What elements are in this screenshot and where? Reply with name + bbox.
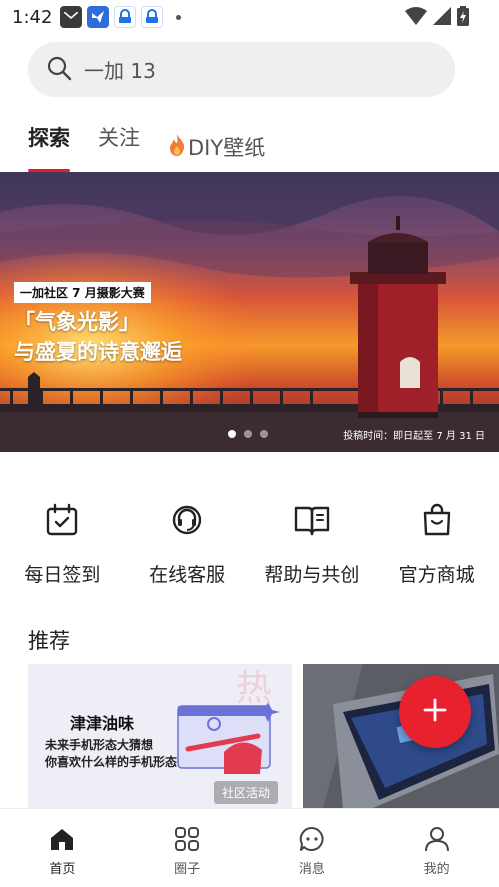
notification-icons xyxy=(60,6,182,28)
calendar-check-icon xyxy=(42,500,82,540)
daily-checkin-button[interactable]: 每日签到 xyxy=(0,500,125,590)
vpn-icon xyxy=(141,6,164,28)
nav-home[interactable]: 首页 xyxy=(0,809,125,887)
banner-tag: 一加社区 7 月摄影大赛 xyxy=(14,282,151,303)
status-time: 1:42 xyxy=(12,6,53,28)
carousel-dot xyxy=(260,430,268,438)
tab-explore[interactable]: 探索 xyxy=(28,122,70,172)
search-query-text: 一加 13 xyxy=(84,59,156,83)
bird-app-icon xyxy=(87,6,110,28)
nav-profile[interactable]: 我的 xyxy=(374,809,499,887)
community-event-badge: 社区活动 xyxy=(214,781,279,804)
online-support-button[interactable]: 在线客服 xyxy=(125,500,250,590)
help-cocreate-button[interactable]: 帮助与共创 xyxy=(250,500,375,590)
banner-title-line1: 「气象光影」 xyxy=(14,310,140,334)
tab-diy-wallpaper[interactable]: DIY壁纸 xyxy=(168,122,265,172)
system-status-icons xyxy=(405,6,469,30)
phone-photo xyxy=(303,664,499,808)
carousel-dot xyxy=(244,430,252,438)
svg-text:热: 热 xyxy=(236,668,272,709)
shopping-bag-icon xyxy=(417,500,457,540)
nav-circles[interactable]: 圈子 xyxy=(125,809,250,887)
nav-messages[interactable]: 消息 xyxy=(250,809,375,887)
recommend-card[interactable]: 热 津津油味 未来手机形态大猜想 你喜欢什么样的手机形态 社区活动 xyxy=(28,664,292,808)
card-subtitle: 你喜欢什么样的手机形态 xyxy=(45,755,178,769)
carousel-indicator xyxy=(228,430,268,438)
recommend-card-photo[interactable] xyxy=(303,664,499,808)
recommend-section-title: 推荐 xyxy=(28,629,70,653)
banner-caption: 投稿时间：即日起至 7 月 31 日 xyxy=(343,431,485,442)
card-title: 津津油味 xyxy=(70,714,135,733)
open-book-icon xyxy=(292,500,332,540)
search-icon xyxy=(46,55,72,85)
tab-following[interactable]: 关注 xyxy=(98,122,140,172)
mail-icon xyxy=(60,6,83,28)
battery-icon xyxy=(457,6,469,30)
vpn-icon xyxy=(114,6,137,28)
banner-title-line2: 与盛夏的诗意邂逅 xyxy=(14,340,182,364)
person-icon xyxy=(423,825,451,853)
feed-tabs: 探索 关注 DIY壁纸 xyxy=(28,122,265,172)
more-notifications-dot-icon xyxy=(176,14,182,20)
official-store-button[interactable]: 官方商城 xyxy=(374,500,499,590)
flame-icon xyxy=(168,133,186,161)
plus-icon xyxy=(423,698,447,726)
card-subtitle: 未来手机形态大猜想 xyxy=(45,738,154,752)
headset-icon xyxy=(167,500,207,540)
quick-actions: 每日签到 在线客服 帮助与共创 官方商城 xyxy=(0,500,499,590)
bottom-navigation: 首页 圈子 消息 我的 xyxy=(0,808,499,887)
search-input[interactable]: 一加 13 xyxy=(28,42,455,97)
grid-icon xyxy=(173,825,201,853)
signal-icon xyxy=(433,7,451,29)
home-icon xyxy=(48,825,76,853)
carousel-dot xyxy=(228,430,236,438)
create-post-button[interactable] xyxy=(399,676,471,748)
status-bar: 1:42 xyxy=(0,0,499,34)
banner-carousel[interactable]: 一加社区 7 月摄影大赛 「气象光影」 与盛夏的诗意邂逅 投稿时间：即日起至 7… xyxy=(0,172,499,452)
chat-icon xyxy=(298,825,326,853)
wifi-icon xyxy=(405,7,427,29)
